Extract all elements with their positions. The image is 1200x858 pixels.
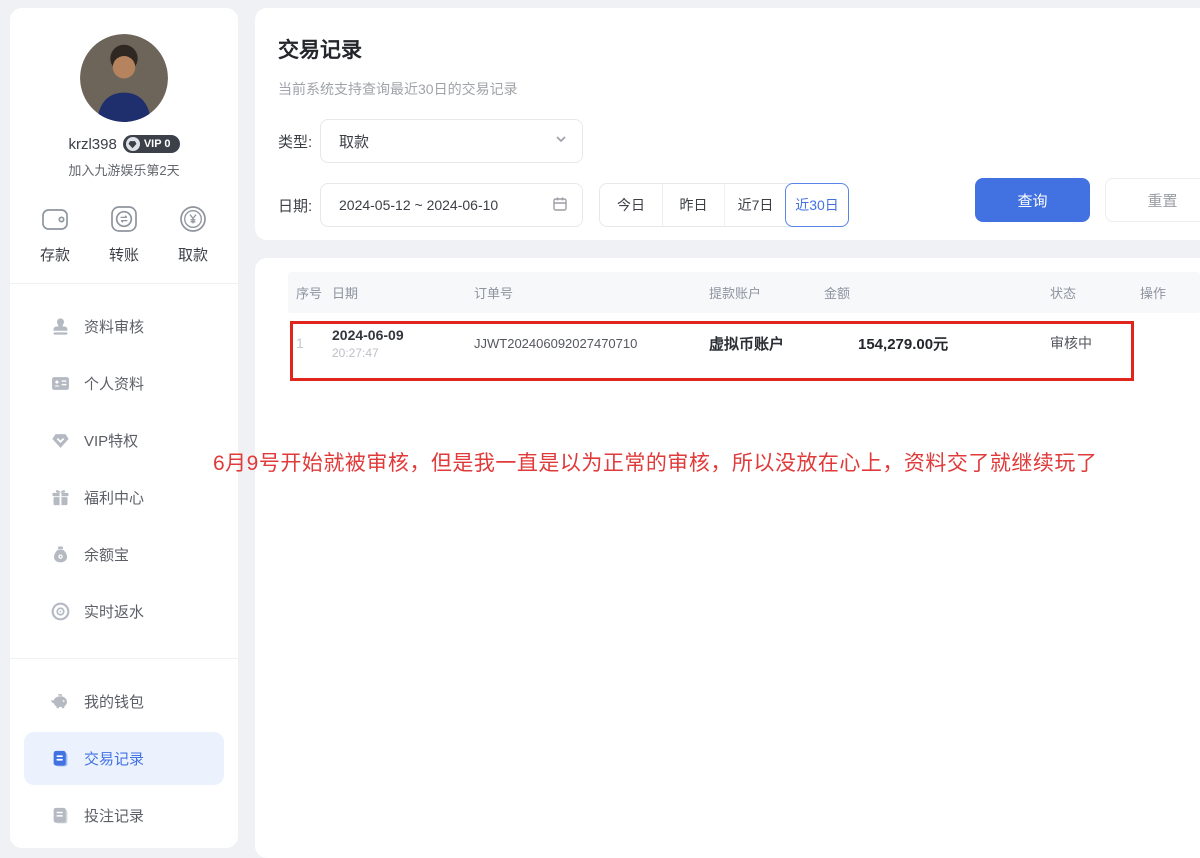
range-yesterday-button[interactable]: 昨日 [662, 184, 724, 226]
date-range-value: 2024-05-12 ~ 2024-06-10 [339, 197, 498, 213]
records-panel: 序号 日期 订单号 提款账户 金额 状态 操作 1 2024-06-09 20:… [255, 258, 1200, 858]
table-row: 1 2024-06-09 20:27:47 JJWT20240609202747… [288, 313, 1200, 373]
sidebar-item-rebate[interactable]: 实时返水 [10, 583, 238, 640]
type-select-value: 取款 [339, 131, 369, 152]
annotation-text: 6月9号开始就被审核，但是我一直是以为正常的审核，所以没放在心上，资料交了就继续… [213, 447, 1097, 477]
withdraw-label: 取款 [178, 244, 208, 265]
sidebar-item-label: 资料审核 [84, 316, 144, 337]
col-action: 操作 [1140, 283, 1200, 302]
table-header: 序号 日期 订单号 提款账户 金额 状态 操作 [288, 272, 1200, 313]
rebate-coin-icon [50, 602, 70, 622]
transactions-doc-icon [50, 749, 70, 769]
page-subtitle: 当前系统支持查询最近30日的交易记录 [278, 79, 1200, 99]
col-status: 状态 [1050, 283, 1140, 302]
deposit-label: 存款 [40, 244, 70, 265]
sidebar-item-label: 个人资料 [84, 373, 144, 394]
quick-range-group: 今日 昨日 近7日 近30日 [599, 183, 849, 227]
sidebar-item-label: VIP特权 [84, 430, 138, 451]
row-account: 虚拟币账户 [709, 333, 824, 354]
row-date-value: 2024-06-09 [332, 327, 474, 343]
sidebar-item-wallet[interactable]: 我的钱包 [10, 673, 238, 730]
type-select[interactable]: 取款 [320, 119, 583, 163]
stamp-icon [50, 317, 70, 337]
sidebar-item-yuebao[interactable]: 余额宝 [10, 526, 238, 583]
row-seq: 1 [296, 335, 332, 351]
date-label: 日期: [278, 195, 320, 216]
deposit-button[interactable]: 存款 [38, 201, 72, 265]
col-amount: 金额 [824, 283, 1050, 302]
piggy-bank-icon [50, 692, 70, 712]
join-days-text: 加入九游娱乐第2天 [10, 160, 238, 179]
user-row: krzl398 VIP 0 [10, 135, 238, 153]
row-date: 2024-06-09 20:27:47 [332, 327, 474, 360]
sidebar-item-label: 交易记录 [84, 748, 144, 769]
sidebar-item-profile[interactable]: 个人资料 [10, 355, 238, 412]
date-range-input[interactable]: 2024-05-12 ~ 2024-06-10 [320, 183, 583, 227]
money-pouch-icon [50, 545, 70, 565]
avatar[interactable] [80, 34, 168, 122]
vip-badge-label: VIP 0 [144, 138, 171, 150]
transfer-label: 转账 [109, 244, 139, 265]
diamond-icon [50, 431, 70, 451]
sidebar-item-bets[interactable]: 投注记录 [10, 787, 238, 844]
sidebar-item-transactions[interactable]: 交易记录 [24, 732, 224, 785]
page-title: 交易记录 [278, 34, 1200, 64]
sidebar-item-vip[interactable]: VIP特权 [10, 412, 238, 469]
sidebar: krzl398 VIP 0 加入九游娱乐第2天 存款 [10, 8, 238, 848]
vip-diamond-icon [126, 137, 140, 151]
transfer-button[interactable]: 转账 [107, 201, 141, 265]
col-account: 提款账户 [709, 283, 824, 302]
vip-badge[interactable]: VIP 0 [123, 135, 180, 153]
sidebar-item-label: 余额宝 [84, 544, 129, 565]
sidebar-item-label: 投注记录 [84, 805, 144, 826]
username: krzl398 [68, 136, 116, 153]
row-time-value: 20:27:47 [332, 346, 474, 360]
sidebar-nav-bottom: 我的钱包 交易记录 [10, 659, 238, 844]
type-filter-row: 类型: 取款 [278, 119, 1200, 163]
range-30days-button[interactable]: 近30日 [785, 183, 849, 227]
col-order: 订单号 [474, 283, 709, 302]
withdraw-button[interactable]: 取款 [176, 201, 210, 265]
sidebar-item-welfare[interactable]: 福利中心 [10, 469, 238, 526]
sidebar-item-audit[interactable]: 资料审核 [10, 298, 238, 355]
range-7days-button[interactable]: 近7日 [724, 184, 786, 226]
quick-actions: 存款 转账 取款 [10, 201, 238, 265]
sidebar-item-label: 我的钱包 [84, 691, 144, 712]
bet-record-icon [50, 806, 70, 826]
sidebar-nav-top: 资料审核 个人资料 [10, 284, 238, 640]
calendar-icon [552, 196, 568, 215]
row-status: 审核中 [1050, 333, 1140, 353]
sidebar-item-label: 实时返水 [84, 601, 144, 622]
reset-button[interactable]: 重置 [1105, 178, 1200, 222]
type-label: 类型: [278, 131, 320, 152]
transfer-icon [107, 201, 141, 237]
row-amount: 154,279.00元 [824, 333, 1050, 354]
yuan-circle-icon [176, 201, 210, 237]
id-card-icon [50, 374, 70, 394]
row-order-no: JJWT202406092027470710 [474, 336, 709, 351]
wallet-icon [38, 201, 72, 237]
sidebar-item-label: 福利中心 [84, 487, 144, 508]
query-button[interactable]: 查询 [975, 178, 1090, 222]
filter-panel: 交易记录 当前系统支持查询最近30日的交易记录 类型: 取款 日期: 2024-… [255, 8, 1200, 240]
gift-icon [50, 488, 70, 508]
range-today-button[interactable]: 今日 [600, 184, 662, 226]
col-date: 日期 [332, 283, 474, 302]
col-seq: 序号 [296, 283, 332, 302]
chevron-down-icon [554, 132, 568, 150]
